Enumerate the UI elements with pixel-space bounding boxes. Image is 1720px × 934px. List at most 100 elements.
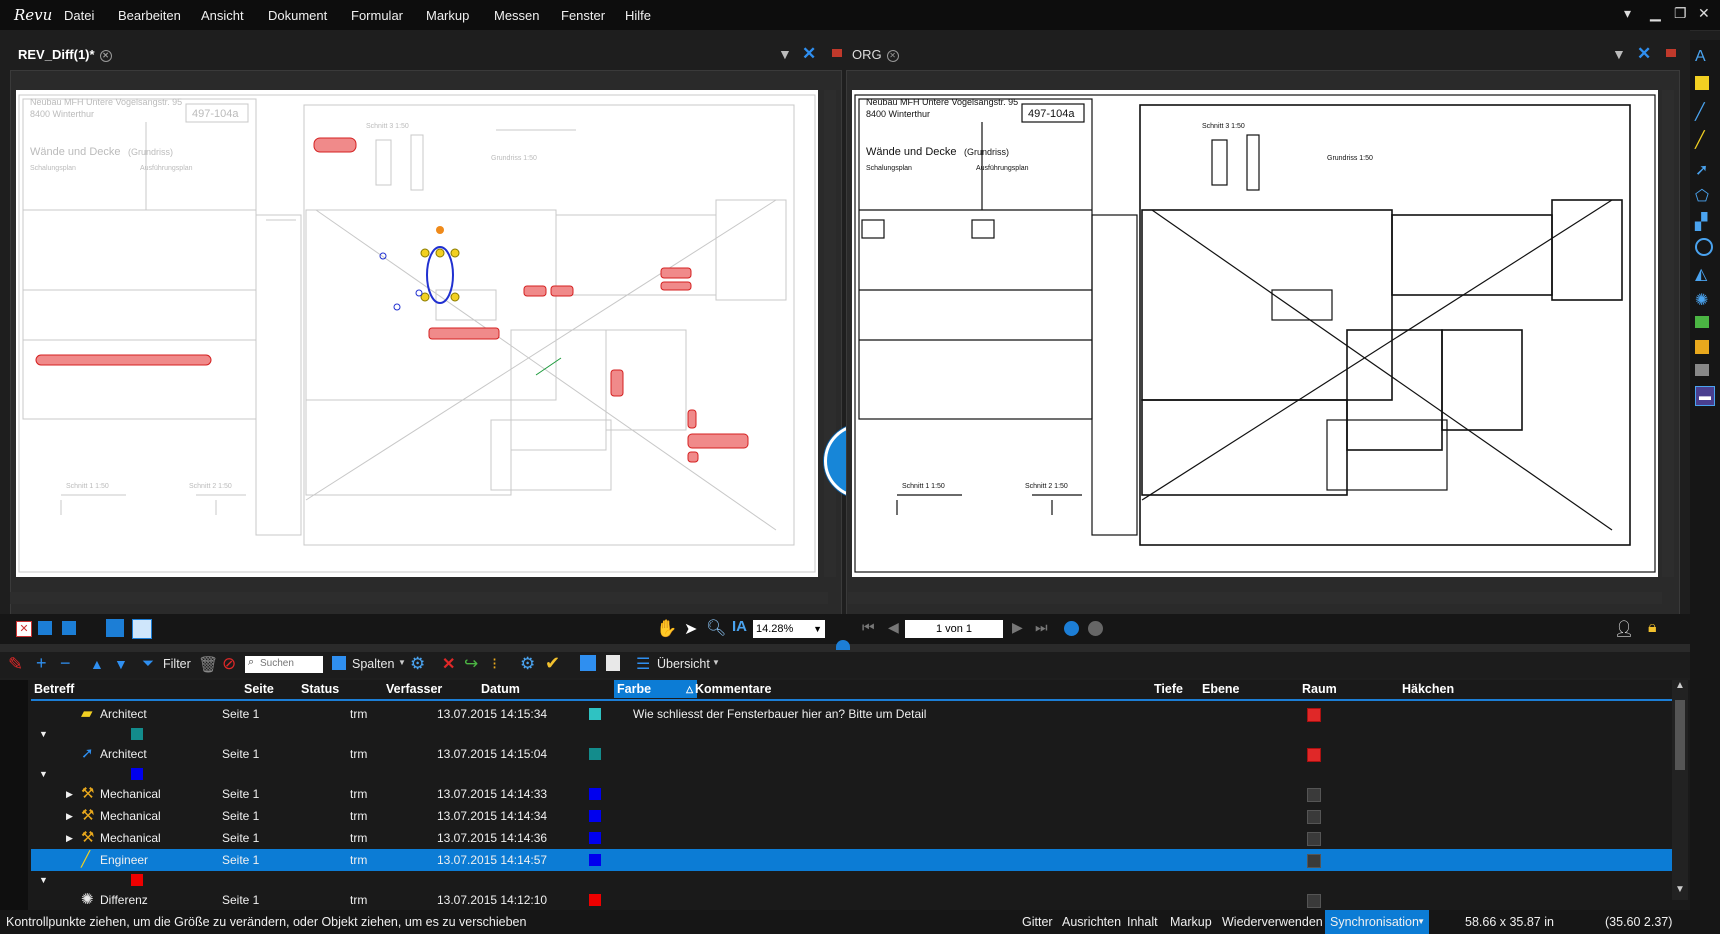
checkmark-checkbox[interactable]	[1307, 788, 1321, 802]
col-haekchen[interactable]: Häkchen	[1402, 680, 1454, 698]
image-tool-icon[interactable]	[1695, 316, 1709, 328]
status-grid-button[interactable]: Gitter	[1022, 910, 1053, 934]
user-icon[interactable]: 👤︎	[1614, 619, 1634, 639]
list-icon[interactable]: ☰	[636, 654, 650, 674]
text-tool-icon[interactable]: A	[1695, 48, 1715, 68]
columns-icon[interactable]	[332, 656, 346, 670]
menu-hilfe[interactable]: Hilfe	[625, 8, 651, 23]
table-row[interactable]: ✺ Differenz Seite 1 trm 13.07.2015 14:12:10	[31, 889, 1672, 911]
lock-icon[interactable]: 🔒︎	[1648, 619, 1657, 637]
col-seite[interactable]: Seite	[244, 680, 274, 698]
collapse-all-icon[interactable]: −	[60, 653, 71, 674]
right-drawing-page[interactable]: Neubau MFH Untere Vogelsangstr. 95 8400 …	[852, 90, 1658, 577]
columns-button[interactable]: Spalten	[352, 657, 394, 671]
menu-formular[interactable]: Formular	[351, 8, 403, 23]
insert-page-icon[interactable]	[38, 621, 52, 635]
col-raum[interactable]: Raum	[1302, 680, 1337, 698]
cloud-tool-icon[interactable]: ✺	[1695, 290, 1715, 310]
cell-comment[interactable]: Wie schliesst der Fensterbauer hier an? …	[633, 703, 926, 725]
status-snap-button[interactable]: Ausrichten	[1062, 910, 1121, 934]
checkmark-checkbox[interactable]	[1307, 854, 1321, 868]
forward-view-icon[interactable]	[1088, 621, 1103, 636]
last-page-icon[interactable]: ⏭	[1035, 619, 1048, 636]
checkmark-checkbox[interactable]	[1307, 748, 1321, 762]
col-betreff[interactable]: Betreff	[34, 680, 74, 698]
col-datum[interactable]: Datum	[481, 680, 520, 698]
next-page-icon[interactable]: ▶	[1012, 619, 1023, 636]
tab-close-icon[interactable]: ✕	[886, 49, 899, 62]
fit-width-icon[interactable]	[132, 619, 152, 639]
markup-pen-icon[interactable]: ✎	[8, 654, 23, 675]
expand-chevron-icon[interactable]: ▶	[66, 783, 73, 805]
checkmark-checkbox[interactable]	[1307, 832, 1321, 846]
left-drawing-page[interactable]: Neubau MFH Untere Vogelsangstr. 95 8400 …	[16, 90, 818, 577]
left-horizontal-scrollbar[interactable]	[10, 592, 828, 604]
camera-tool-icon[interactable]	[1695, 364, 1709, 376]
collapse-chevron-icon[interactable]: ▼	[39, 723, 48, 745]
clear-filter-icon[interactable]: ⊘	[222, 654, 236, 674]
polygon-tool-icon[interactable]: ◭	[1695, 264, 1715, 284]
arrow-tool-icon[interactable]: ➚	[1695, 160, 1715, 180]
scroll-up-icon[interactable]: ▲	[1675, 680, 1685, 691]
splitter-handle-icon[interactable]	[836, 640, 850, 650]
checkmark-checkbox[interactable]	[1307, 894, 1321, 908]
col-status[interactable]: Status	[301, 680, 339, 698]
menu-dokument[interactable]: Dokument	[268, 8, 327, 23]
status-reuse-button[interactable]: Wiederverwenden	[1222, 910, 1323, 934]
menu-bearbeiten[interactable]: Bearbeiten	[118, 8, 181, 23]
search-input[interactable]	[260, 657, 320, 670]
delete-page-icon[interactable]: ✕	[16, 621, 32, 637]
overview-button[interactable]: Übersicht	[657, 657, 710, 671]
pane-menu-icon[interactable]: ▼	[778, 46, 792, 62]
page-number-input[interactable]: 1 von 1	[905, 620, 1003, 638]
expand-all-icon[interactable]: +	[36, 653, 47, 674]
search-box[interactable]: ⌕	[245, 656, 323, 673]
settings-gear-icon[interactable]: ⚙	[410, 654, 425, 674]
polyline-tool-icon[interactable]: ⬠	[1695, 186, 1715, 206]
right-vertical-scrollbar[interactable]	[1662, 90, 1674, 577]
pane-close-icon[interactable]: ✕	[802, 44, 816, 64]
fit-page-icon[interactable]	[106, 619, 124, 637]
import-icon[interactable]	[580, 655, 596, 671]
col-tiefe[interactable]: Tiefe	[1154, 680, 1183, 698]
text-select-icon[interactable]: IA	[732, 618, 747, 635]
right-horizontal-scrollbar[interactable]	[848, 592, 1662, 604]
chevron-down-icon[interactable]: ▼	[398, 658, 406, 667]
menu-datei[interactable]: Datei	[64, 8, 94, 23]
dropdown-arrow-icon[interactable]: ▾	[1624, 5, 1631, 22]
scroll-thumb[interactable]	[1675, 700, 1685, 770]
delete-markup-icon[interactable]: ✕	[442, 654, 455, 674]
checkmark-checkbox[interactable]	[1307, 708, 1321, 722]
table-row[interactable]: ╱ Engineer Seite 1 trm 13.07.2015 14:14:57	[31, 849, 1672, 871]
selected-markup[interactable]	[379, 226, 562, 376]
measure-tool-icon[interactable]: ▬	[1695, 386, 1715, 406]
menu-fenster[interactable]: Fenster	[561, 8, 605, 23]
zoom-icon[interactable]: 🔍︎	[706, 618, 726, 638]
properties-gear-icon[interactable]: ⚙	[520, 654, 535, 674]
group-row[interactable]: ▼	[31, 871, 1672, 889]
menu-ansicht[interactable]: Ansicht	[201, 8, 244, 23]
collapse-chevron-icon[interactable]: ▼	[39, 869, 48, 891]
checkmark-checkbox[interactable]	[1307, 810, 1321, 824]
status-content-button[interactable]: Inhalt	[1127, 910, 1158, 934]
export-icon[interactable]	[606, 655, 620, 671]
table-row[interactable]: ▶ ⚒ Mechanical Seite 1 trm 13.07.2015 14:14:3…	[31, 783, 1672, 805]
menu-messen[interactable]: Messen	[494, 8, 540, 23]
col-farbe[interactable]: Farbe △	[614, 680, 697, 698]
back-view-icon[interactable]	[1064, 621, 1079, 636]
list-scrollbar[interactable]: ▲ ▼	[1672, 680, 1688, 900]
expand-chevron-icon[interactable]: ▶	[66, 805, 73, 827]
col-kommentare[interactable]: Kommentare	[695, 680, 771, 698]
group-row[interactable]: ▼	[31, 725, 1672, 743]
shapes-tool-icon[interactable]: ▞	[1695, 212, 1715, 232]
minimize-icon[interactable]: ▁	[1650, 5, 1661, 22]
expand-chevron-icon[interactable]: ▶	[66, 827, 73, 849]
filter-icon[interactable]: ⏷	[142, 655, 154, 672]
hand-tool-icon[interactable]: ✋	[656, 619, 677, 639]
zoom-select[interactable]: 14.28% ▼	[753, 620, 825, 638]
ellipse-tool-icon[interactable]	[1695, 238, 1713, 256]
reply-icon[interactable]: ↪	[464, 654, 478, 674]
table-row[interactable]: ➚ Architect Seite 1 trm 13.07.2015 14:15:04	[31, 743, 1672, 765]
stamp-tool-icon[interactable]	[1695, 340, 1709, 354]
trash-icon[interactable]: 🗑︎	[198, 655, 218, 675]
